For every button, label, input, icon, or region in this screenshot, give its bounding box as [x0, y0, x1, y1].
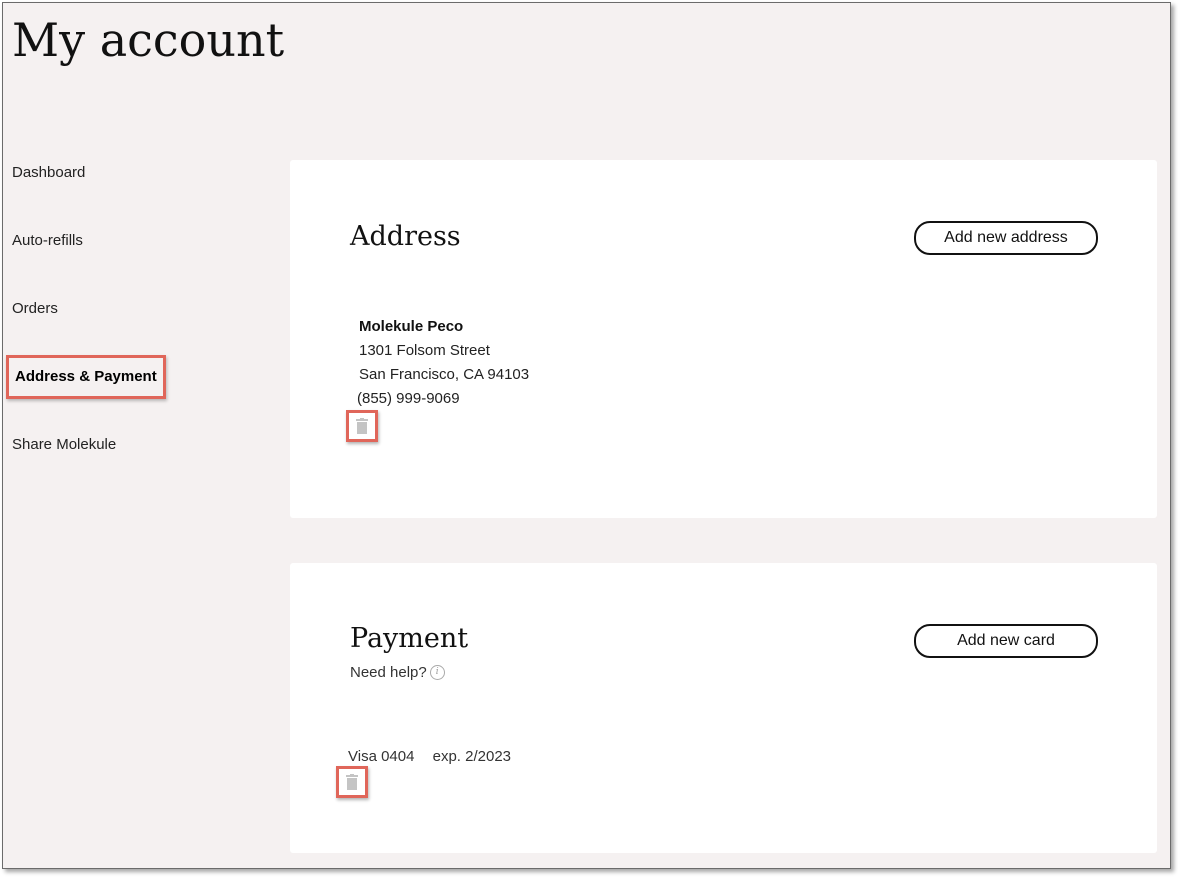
address-street: 1301 Folsom Street: [359, 342, 490, 359]
account-page: My account Dashboard Auto-refills Orders…: [2, 2, 1171, 869]
address-heading: Address: [350, 221, 461, 252]
card-label: Visa 0404: [348, 748, 415, 765]
add-new-card-button[interactable]: Add new card: [914, 624, 1098, 658]
address-city: San Francisco, CA 94103: [359, 366, 530, 383]
card-expiry: exp. 2/2023: [432, 748, 512, 765]
address-name: Molekule Peco: [359, 318, 464, 335]
sidebar-item-dashboard[interactable]: Dashboard: [12, 163, 85, 183]
info-icon[interactable]: i: [429, 665, 445, 680]
trash-icon: [356, 418, 368, 434]
need-help[interactable]: Need help? i: [350, 664, 445, 681]
add-new-address-button[interactable]: Add new address: [914, 221, 1098, 255]
delete-address-button[interactable]: [346, 410, 378, 442]
sidebar-item-address-payment[interactable]: Address & Payment: [6, 355, 166, 399]
delete-card-button[interactable]: [336, 766, 368, 798]
sidebar-item-orders[interactable]: Orders: [12, 299, 58, 319]
trash-icon: [346, 774, 358, 790]
address-card: Address Add new address Molekule Peco 13…: [290, 160, 1157, 518]
sidebar-item-share-molekule[interactable]: Share Molekule: [12, 435, 116, 455]
address-entry: Molekule Peco 1301 Folsom Street San Fra…: [357, 315, 530, 411]
payment-heading: Payment: [350, 623, 469, 654]
page-title: My account: [12, 13, 285, 67]
payment-card: Payment Add new card Need help? i Visa 0…: [290, 563, 1157, 853]
need-help-label: Need help?: [350, 664, 427, 681]
saved-card: Visa 0404 exp. 2/2023: [348, 748, 511, 765]
address-phone: (855) 999-9069: [357, 390, 460, 407]
sidebar-item-auto-refills[interactable]: Auto-refills: [12, 231, 83, 251]
